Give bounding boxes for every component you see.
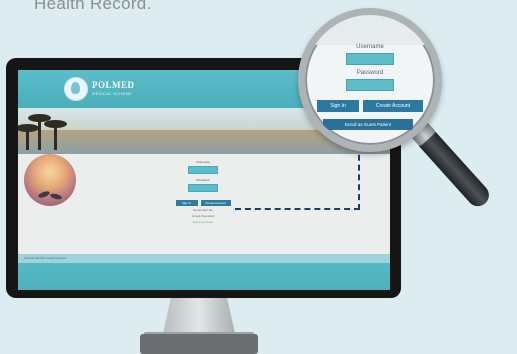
palm-tree-icon xyxy=(28,114,51,150)
username-input[interactable] xyxy=(188,166,218,174)
login-section: Username Password Sign In Create Account… xyxy=(18,154,390,254)
sunset-dolphin-photo xyxy=(24,154,76,206)
magnified-enroll-guest-button[interactable]: Enroll as Guest Patient xyxy=(323,119,413,130)
password-label: Password xyxy=(196,178,210,182)
magnified-sign-in-button[interactable]: Sign In xyxy=(317,100,359,112)
login-form: Username Password Sign In Create Account… xyxy=(168,160,238,224)
site-footer xyxy=(18,263,390,290)
palm-tree-icon xyxy=(44,120,67,150)
page-headline: Health Record. xyxy=(34,0,152,13)
brand-logo-icon xyxy=(64,77,88,101)
dolphin-icon xyxy=(37,190,51,199)
login-button-row: Sign In Create Account xyxy=(168,200,238,206)
magnifying-glass: Username Password Sign In Create Account… xyxy=(298,8,442,152)
monitor-stand-base xyxy=(140,334,258,354)
password-input[interactable] xyxy=(188,184,218,192)
footer-strip: Polmed Member Health Record xyxy=(18,254,390,263)
magnified-password-label: Password xyxy=(356,70,384,76)
create-account-button[interactable]: Create Account xyxy=(200,200,231,206)
username-label: Username xyxy=(196,160,210,164)
magnified-username-label: Username xyxy=(356,44,384,50)
callout-line-horizontal xyxy=(235,208,360,210)
magnified-header xyxy=(305,15,435,45)
dolphin-icon xyxy=(49,192,63,201)
enroll-guest-link[interactable]: Enroll as Guest xyxy=(168,220,238,224)
magnified-login: Username Password Sign In Create Account… xyxy=(305,15,435,145)
brand-name: POLMED xyxy=(92,80,135,90)
footer-text: Polmed Member Health Record xyxy=(24,256,67,260)
magnified-create-account-button[interactable]: Create Account xyxy=(363,100,423,112)
brand-subtitle: MEDICAL SCHEME xyxy=(92,91,133,96)
forgot-password-link[interactable]: Forgot Password xyxy=(168,214,238,218)
remember-me-checkbox[interactable]: Remember Me xyxy=(168,208,238,212)
magnified-username-input[interactable] xyxy=(346,53,394,65)
palm-tree-icon xyxy=(18,124,39,150)
magnified-password-input[interactable] xyxy=(346,79,394,91)
sign-in-button[interactable]: Sign In xyxy=(175,200,198,206)
